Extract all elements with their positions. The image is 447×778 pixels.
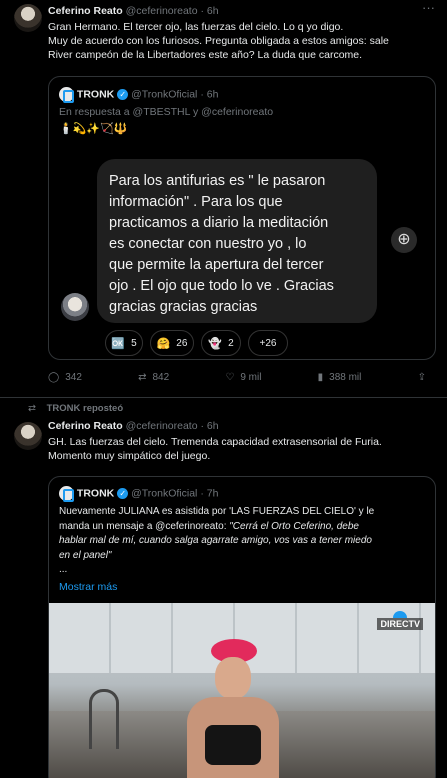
author-name[interactable]: Ceferino Reato (48, 5, 123, 17)
reaction-chip[interactable]: 👻 2 (201, 330, 241, 356)
quoted-tweet[interactable]: TRONK ✓ @TronkOficial · 6h En respuesta … (48, 76, 436, 360)
add-reaction-icon[interactable]: ⊕ (391, 227, 417, 253)
faucet (89, 689, 119, 749)
repost-indicator-icon: ⇄ (28, 403, 36, 414)
verified-badge-icon: ✓ (117, 89, 129, 100)
hug-emoji-icon: 🤗 (156, 337, 171, 350)
broadcast-logo: DIRECTV (377, 611, 423, 630)
quote-author-name[interactable]: TRONK (77, 88, 114, 100)
share-button[interactable]: ⇪ (418, 372, 426, 383)
person (177, 639, 287, 778)
reaction-more-chip[interactable]: +26 (248, 330, 288, 356)
verified-badge-icon: ✓ (117, 488, 129, 499)
quote-author-handle[interactable]: @TronkOficial (131, 88, 197, 100)
show-more-link[interactable]: Mostrar más (59, 580, 117, 594)
tweet-time[interactable]: 6h (207, 5, 219, 17)
tweet-time[interactable]: 6h (207, 420, 219, 432)
author-name[interactable]: Ceferino Reato (48, 420, 123, 432)
sender-avatar (61, 293, 89, 321)
heart-icon: ♡ (225, 372, 235, 383)
quote-time[interactable]: 6h (207, 88, 219, 100)
reply-to-label: En respuesta a @TBESTHL y @ceferinoreato (59, 106, 274, 118)
tweet-1[interactable]: Ceferino Reato @ceferinoreato · 6h ··· G… (0, 0, 447, 397)
avatar[interactable] (14, 422, 42, 450)
tweet-actions: ◯ 342 ⇄ 842 ♡ 9 mil ▮ 388 mil ⇪ (48, 372, 426, 383)
message-bubble: Para los antifurias es " le pasaron info… (97, 159, 377, 323)
quote-author-name[interactable]: TRONK (77, 487, 114, 499)
avatar[interactable] (14, 4, 42, 32)
ok-emoji-icon: 🆗 (111, 337, 126, 350)
repost-label[interactable]: TRONK reposteó (47, 403, 124, 414)
author-handle[interactable]: @ceferinoreato (126, 420, 198, 432)
tweet-text: GH. Las fuerzas del cielo. Tremenda capa… (48, 436, 382, 462)
video-thumbnail[interactable]: DIRECTV (49, 603, 435, 778)
reaction-chip[interactable]: 🤗 26 (150, 330, 194, 356)
repost-button[interactable]: ⇄ 842 (138, 372, 169, 383)
views-icon: ▮ (317, 372, 324, 383)
quote-author-handle[interactable]: @TronkOficial (131, 487, 197, 499)
tweet-2[interactable]: ⇄ TRONK reposteó Ceferino Reato @ceferin… (0, 398, 447, 778)
more-options-icon[interactable]: ··· (422, 0, 435, 15)
tronk-logo-icon (59, 486, 74, 502)
reply-icon: ◯ (48, 372, 60, 383)
tronk-logo-icon (59, 87, 74, 103)
views-button[interactable]: ▮ 388 mil (318, 372, 362, 383)
quote-text: Nuevamente JULIANA es asistida por 'LAS … (59, 506, 375, 575)
tweet-text: Gran Hermano. El tercer ojo, las fuerzas… (48, 21, 389, 61)
author-handle[interactable]: @ceferinoreato (126, 5, 198, 17)
quote-time[interactable]: 7h (207, 487, 219, 499)
share-icon: ⇪ (417, 372, 426, 383)
reply-button[interactable]: ◯ 342 (48, 372, 82, 383)
reaction-chip[interactable]: 🆗 5 (105, 330, 143, 356)
ghost-emoji-icon: 👻 (208, 337, 223, 350)
like-button[interactable]: ♡ 9 mil (225, 372, 261, 383)
repost-icon: ⇄ (138, 372, 147, 383)
quoted-tweet[interactable]: TRONK ✓ @TronkOficial · 7h Nuevamente JU… (48, 476, 436, 778)
emoji-line: 🕯️💫✨🏹🔱 (59, 123, 128, 135)
